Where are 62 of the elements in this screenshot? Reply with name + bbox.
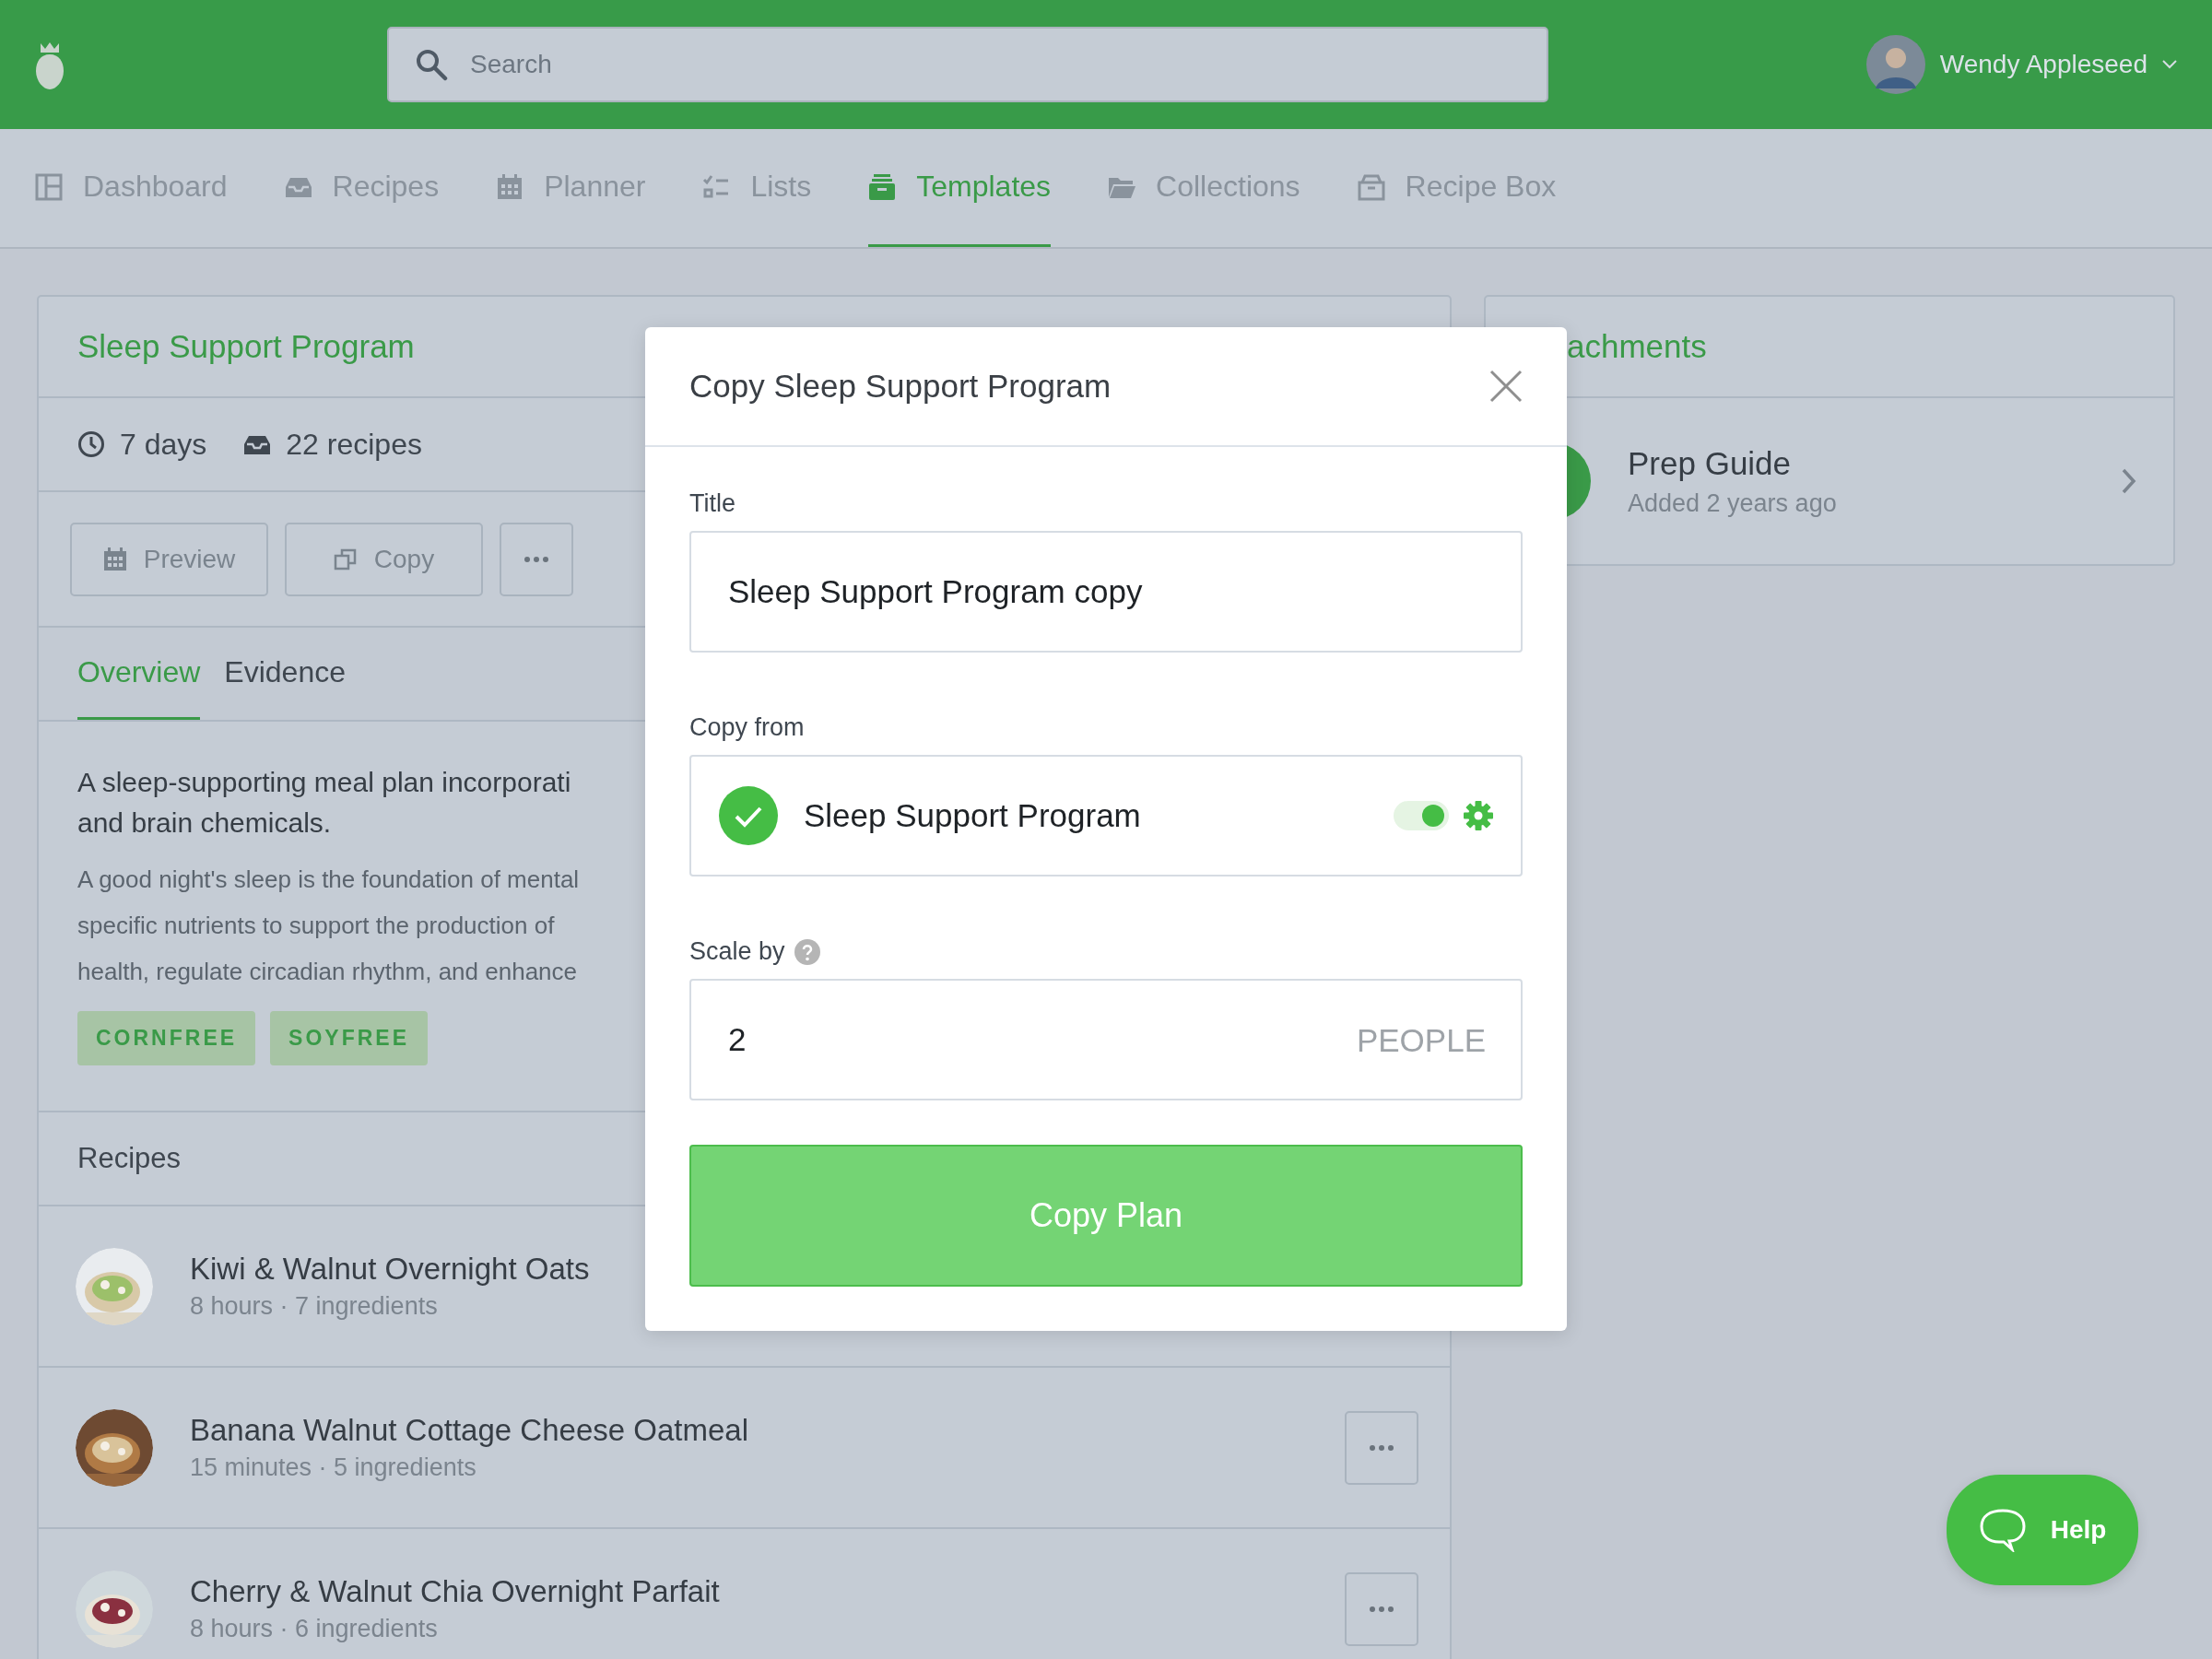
help-icon[interactable] bbox=[794, 938, 820, 965]
copy-icon bbox=[333, 547, 358, 571]
search-field[interactable]: Search bbox=[387, 27, 1548, 102]
more-button[interactable] bbox=[1345, 1410, 1418, 1485]
nav-tab[interactable]: Collections bbox=[1108, 129, 1300, 247]
attachment-date: Added 2 years ago bbox=[1628, 488, 1838, 518]
calendar-icon bbox=[102, 547, 127, 571]
chat-bubble-icon bbox=[1978, 1508, 2027, 1552]
diet-tag: CORNFREE bbox=[77, 1011, 256, 1065]
help-button[interactable]: Help bbox=[1947, 1475, 2138, 1585]
plan-title: Sleep Support Program bbox=[77, 328, 415, 365]
copy-button[interactable]: Copy bbox=[285, 522, 483, 596]
plan-select[interactable]: Sleep Support Program bbox=[689, 755, 1523, 877]
more-button[interactable] bbox=[500, 522, 573, 596]
ellipsis-icon bbox=[1370, 1444, 1394, 1451]
recipe-details: 15 minutes · 5 ingredients bbox=[190, 1453, 477, 1482]
nav-tab[interactable]: Templates bbox=[868, 129, 1052, 247]
preview-button[interactable]: Preview bbox=[70, 522, 268, 596]
section-tab[interactable]: Overview bbox=[77, 628, 201, 720]
section-heading: Recipes bbox=[77, 1142, 181, 1175]
user-name[interactable]: Wendy Appleseed bbox=[1939, 50, 2147, 79]
description-text: A good night's sleep is the foundation of mental specific nutrients to support the production of health, regulate circadian rhythm, and enhance bbox=[77, 865, 580, 987]
field-label: Scale by bbox=[689, 937, 785, 966]
recipe-details: 8 hours · 7 ingredients bbox=[190, 1292, 439, 1321]
nav-icon bbox=[868, 172, 897, 201]
unit-label: PEOPLE bbox=[1356, 1022, 1486, 1059]
recipe-title[interactable]: Banana Walnut Cottage Cheese Oatmeal bbox=[190, 1413, 1308, 1448]
diet-tag: SOYFREE bbox=[270, 1011, 428, 1065]
settings-icon[interactable] bbox=[1464, 801, 1493, 830]
section-tab[interactable]: Evidence bbox=[224, 628, 346, 720]
ellipsis-icon bbox=[1370, 1606, 1394, 1612]
close-icon[interactable] bbox=[1489, 370, 1523, 403]
meta-text: 7 days bbox=[120, 427, 207, 462]
nav-tab[interactable]: Planner bbox=[496, 129, 646, 247]
search-icon bbox=[415, 48, 448, 81]
chevron-right-icon[interactable] bbox=[2122, 468, 2136, 494]
avatar[interactable] bbox=[1865, 35, 1925, 94]
clock-icon bbox=[77, 430, 105, 458]
nav-tab[interactable]: Recipes bbox=[284, 129, 440, 247]
nav-tab[interactable]: Dashboard bbox=[35, 129, 228, 247]
caret-icon[interactable] bbox=[2162, 60, 2177, 69]
nav-tab[interactable]: Recipe Box bbox=[1357, 129, 1557, 247]
recipe-title[interactable]: Cherry & Walnut Chia Overnight Parfait bbox=[190, 1574, 1308, 1609]
card-title: achments bbox=[1567, 328, 1707, 365]
title-field[interactable]: Sleep Support Program copy bbox=[689, 531, 1523, 653]
nav-tab[interactable]: Lists bbox=[702, 129, 812, 247]
recipe-details: 8 hours · 6 ingredients bbox=[190, 1615, 439, 1643]
dialog-title: Copy Sleep Support Program bbox=[689, 368, 1112, 405]
field-label: Copy from bbox=[689, 713, 805, 742]
selected-plan: Sleep Support Program bbox=[804, 797, 1142, 834]
meta-text: 22 recipes bbox=[286, 427, 422, 462]
ellipsis-icon bbox=[524, 556, 548, 562]
field-label: Title bbox=[689, 489, 735, 518]
nav-icon bbox=[496, 172, 524, 201]
summary-text: A sleep-supporting meal plan incorporati and brain chemicals. bbox=[77, 766, 571, 840]
more-button[interactable] bbox=[1345, 1571, 1418, 1646]
attachment-name[interactable]: Prep Guide bbox=[1628, 444, 2085, 482]
nav-icon bbox=[702, 172, 731, 201]
copy-plan-button[interactable]: Copy Plan bbox=[689, 1145, 1523, 1287]
nav-icon bbox=[35, 172, 63, 201]
toggle-switch[interactable] bbox=[1394, 801, 1449, 830]
nav-icon bbox=[1357, 172, 1385, 201]
